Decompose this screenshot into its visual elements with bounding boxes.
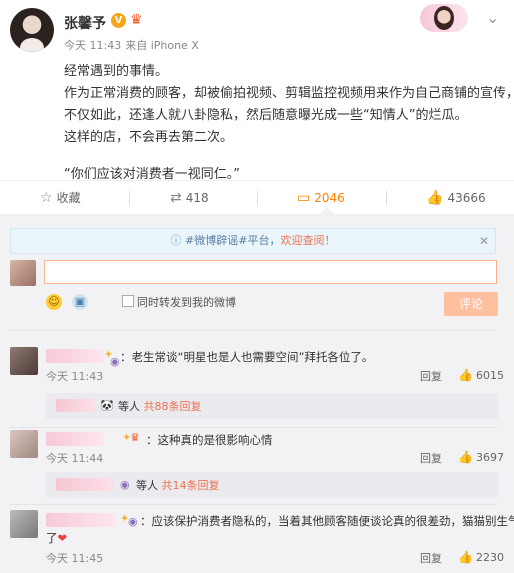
commenter-name[interactable] [46,432,104,446]
divider [386,191,387,205]
comment-time: 今天 11:45 [46,552,104,565]
divider [10,330,498,331]
vip-crown-icon: ♛ [130,12,143,28]
comment-like-count: 3697 [475,451,504,464]
repost-option-label: 同时转发到我的微博 [137,296,236,309]
repost-button[interactable]: ⇄ 418 [170,181,209,215]
reply-user-name[interactable] [56,399,96,412]
comment-time: 今天 11:43 [46,370,104,383]
thumbs-up-icon: 👍 [458,450,473,464]
reply-button[interactable]: 回复 [420,550,442,566]
thumbs-up-icon: 👍 [458,368,473,382]
member-badge-icon: ◉ [110,355,120,368]
sub-reply-prefix: 等人 [118,400,140,413]
panda-icon: 🐼 [100,399,114,412]
image-icon[interactable]: ▣ [72,294,88,310]
comment-text-tail: 了 [46,531,58,545]
reply-button[interactable]: 回复 [420,450,442,466]
comment-panel: ⓘ #微博辟谣#平台，欢迎查阅！ ✕ ☺ ▣ 同时转发到我的微博 评论 ✦ ◉ … [0,214,514,573]
like-count: 43666 [447,191,486,205]
commenter-avatar[interactable] [10,510,38,538]
comment-input[interactable] [44,260,497,284]
commenter-avatar[interactable] [10,430,38,458]
repost-checkbox[interactable] [122,295,134,307]
close-icon[interactable]: ✕ [479,229,489,253]
comment-icon: ▭ [297,190,311,206]
chevron-down-icon[interactable]: ⌄ [486,8,499,27]
repost-icon: ⇄ [170,190,182,206]
divider [257,191,258,205]
vip-crown-icon: ♛ [130,431,140,444]
comment-like-count: 6015 [475,369,504,382]
author-avatar[interactable] [10,8,54,52]
sub-replies: 🐼 等人 共88条回复 [46,393,498,419]
comment-count: 2046 [314,191,345,205]
active-tab-pointer [320,207,334,214]
comment-text-continued: 了❤ [46,530,67,546]
post-line: 不仅如此，还逢人就八卦隐私，然后随意曝光成一些“知情人”的烂瓜。 [64,108,468,123]
my-avatar [10,260,36,286]
notice-link[interactable]: 欢迎查阅！ [280,234,335,247]
comment-text: ：老生常谈“明星也是人也需要空间”拜托各位了。 [120,350,374,364]
comment-like-count: 2230 [475,551,504,564]
author-name[interactable]: 张馨予 [64,13,106,33]
repost-count: 418 [185,191,209,205]
emoji-icon[interactable]: ☺ [46,294,62,310]
commenter-name[interactable] [46,513,116,527]
thumbs-up-icon: 👍 [426,190,444,206]
member-badge-icon: ◉ [120,478,130,491]
member-badge-icon: ◉ [128,515,138,528]
commenter-name[interactable] [46,349,104,363]
thumbs-up-icon: 👍 [458,550,473,564]
post-meta: 今天 11:43 来自 iPhone X [64,37,203,53]
post-line: 经常遇到的事情。 [64,64,169,79]
sub-reply-summary: 等人 共14条回复 [136,477,220,493]
verified-badge-icon: V [111,13,126,28]
comment-time: 今天 11:44 [46,452,104,465]
comment-like-button[interactable]: 👍 2230 [458,550,504,564]
submit-comment-button[interactable]: 评论 [444,292,498,316]
divider [10,504,498,505]
rumor-notice: ⓘ #微博辟谣#平台，欢迎查阅！ ✕ [10,228,496,254]
comment-like-button[interactable]: 👍 3697 [458,450,504,464]
divider [129,191,130,205]
view-replies-link[interactable]: 共14条回复 [162,479,220,492]
sub-reply-prefix: 等人 [136,479,158,492]
sub-reply-summary: 等人 共88条回复 [118,398,202,414]
reply-button[interactable]: 回复 [420,368,442,384]
favorite-button[interactable]: ☆ 收藏 [40,181,81,215]
sub-replies: ◉ 等人 共14条回复 [46,472,498,498]
favorite-label: 收藏 [56,191,81,205]
like-button[interactable]: 👍 43666 [426,181,486,215]
star-icon: ☆ [40,190,53,206]
view-replies-link[interactable]: 共88条回复 [144,400,202,413]
post-line: 这样的店，不会再去第二次。 [64,130,234,145]
divider [10,427,498,428]
profile-thumbnail[interactable] [420,4,468,32]
post-content: 经常遇到的事情。 作为正常消费的顾客，却被偷拍视频、剪辑监控视频用来作为自己商铺… [64,61,514,186]
comment-text: ：应该保护消费者隐私的，当着其他顾客随便谈论真的很差劲，猫猫别生气 [140,514,514,528]
info-icon: ⓘ [170,234,182,247]
commenter-avatar[interactable] [10,347,38,375]
notice-text: #微博辟谣#平台， [185,234,281,247]
action-bar: ☆ 收藏 ⇄ 418 ▭ 2046 👍 43666 [0,180,514,214]
comment-like-button[interactable]: 👍 6015 [458,368,504,382]
post-line: 作为正常消费的顾客，却被偷拍视频、剪辑监控视频用来作为自己商铺的宣传， [64,86,514,101]
post-time[interactable]: 今天 11:43 [64,39,121,52]
heart-icon: ❤ [57,531,68,545]
reply-user-name[interactable] [56,478,114,491]
post-source: 来自 iPhone X [125,39,199,52]
comment-text: ：这种真的是很影响心情 [146,433,273,447]
